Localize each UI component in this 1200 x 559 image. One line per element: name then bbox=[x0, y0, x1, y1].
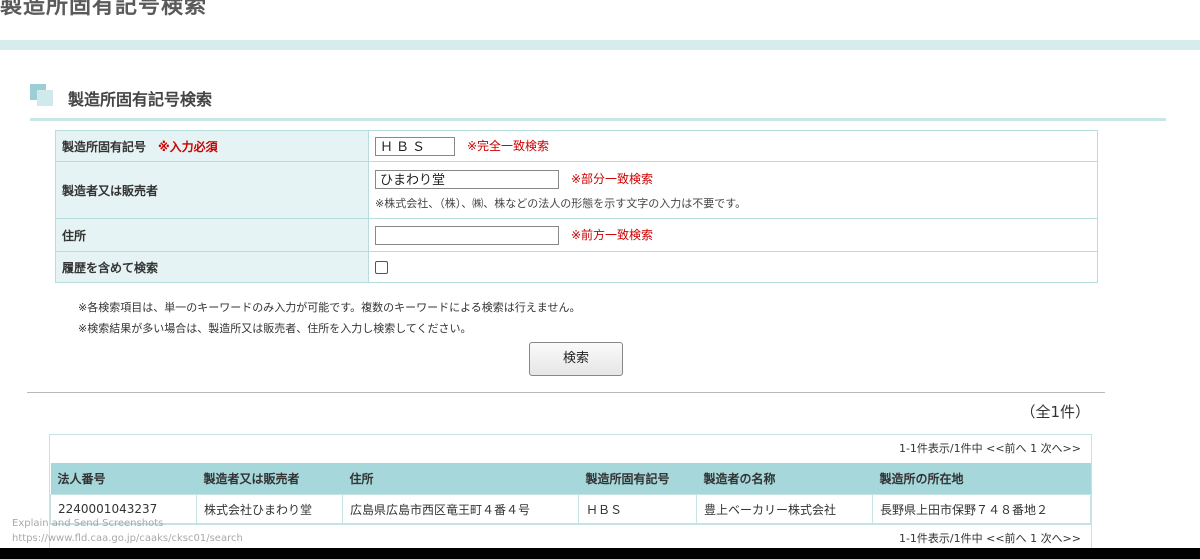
col-header: 製造者又は販売者 bbox=[196, 463, 343, 495]
code-match-note: ※完全一致検索 bbox=[467, 138, 550, 153]
bottom-bar bbox=[0, 548, 1200, 559]
maker-label: 製造者又は販売者 bbox=[62, 183, 159, 198]
search-button[interactable]: 検索 bbox=[529, 342, 623, 376]
pager-page-number: 1 bbox=[1030, 442, 1038, 455]
divider bbox=[27, 392, 1105, 393]
address-label: 住所 bbox=[62, 228, 87, 243]
pager-prev-link[interactable]: <<前へ bbox=[986, 532, 1026, 545]
factory-location-cell: 長野県上田市保野７４８番地２ bbox=[872, 494, 1091, 524]
maker-input[interactable]: ひまわり堂 bbox=[375, 169, 559, 189]
results-table: 法人番号 製造者又は販売者 住所 製造所固有記号 製造者の名称 製造所の所在地 … bbox=[50, 463, 1091, 524]
results-header-row: 法人番号 製造者又は販売者 住所 製造所固有記号 製造者の名称 製造所の所在地 bbox=[50, 463, 1091, 495]
code-label: 製造所固有記号 bbox=[62, 139, 147, 154]
address-cell: 広島県広島市西区竜王町４番４号 bbox=[342, 494, 579, 524]
header-band bbox=[0, 40, 1200, 50]
pager-info: 1-1件表示/1件中 bbox=[898, 442, 983, 455]
overlay-url: https://www.fld.caa.go.jp/caaks/cksc01/s… bbox=[12, 533, 243, 544]
address-match-note: ※前方一致検索 bbox=[571, 227, 654, 242]
maker-cell: 株式会社ひまわり堂 bbox=[196, 494, 343, 524]
code-value-cell: ＨＢＳ ※完全一致検索 bbox=[368, 130, 1098, 162]
maker-sub-note: ※株式会社、（株）、㈱、株などの法人の形態を示す文字の入力は不要です。 bbox=[375, 196, 747, 210]
col-header: 製造者の名称 bbox=[696, 463, 873, 495]
page-title: 製造所固有記号検索 bbox=[0, 0, 208, 19]
code-input[interactable]: ＨＢＳ bbox=[375, 136, 455, 156]
address-input[interactable] bbox=[375, 225, 559, 245]
address-value-cell: ※前方一致検索 bbox=[368, 218, 1098, 252]
pager-info: 1-1件表示/1件中 bbox=[898, 532, 983, 545]
history-value-cell bbox=[368, 251, 1098, 283]
section-title: 製造所固有記号検索 bbox=[68, 90, 213, 109]
history-label: 履歴を含めて検索 bbox=[62, 260, 159, 275]
pager-next-link[interactable]: 次へ>> bbox=[1041, 442, 1081, 455]
code-cell: ＨＢＳ bbox=[578, 494, 697, 524]
required-mark: ※入力必須 bbox=[158, 139, 218, 154]
col-header: 法人番号 bbox=[50, 463, 197, 495]
search-form: 製造所固有記号 ※入力必須 ＨＢＳ ※完全一致検索 製造者又は販売者 ひまわり堂 ※部… bbox=[55, 130, 1098, 283]
maker-value-cell: ひまわり堂 ※部分一致検索 ※株式会社、（株）、㈱、株などの法人の形態を示す文字の… bbox=[368, 161, 1098, 219]
pager-prev-link[interactable]: <<前へ bbox=[986, 442, 1026, 455]
col-header: 製造所固有記号 bbox=[578, 463, 697, 495]
col-header: 住所 bbox=[342, 463, 579, 495]
pager-top: 1-1件表示/1件中 <<前へ 1 次へ>> bbox=[50, 435, 1091, 463]
maker-match-note: ※部分一致検索 bbox=[571, 171, 654, 186]
pager-page-number: 1 bbox=[1030, 532, 1038, 545]
pager-next-link[interactable]: 次へ>> bbox=[1041, 532, 1081, 545]
col-header: 製造所の所在地 bbox=[872, 463, 1091, 495]
table-row: 2240001043237 株式会社ひまわり堂 広島県広島市西区竜王町４番４号 … bbox=[50, 494, 1091, 524]
note-line: ※検索結果が多い場合は、製造所又は販売者、住所を入力し検索してください。 bbox=[78, 322, 472, 335]
manufacturer-name-cell: 豊上ベーカリー株式会社 bbox=[696, 494, 873, 524]
maker-label-cell: 製造者又は販売者 bbox=[55, 161, 369, 219]
address-label-cell: 住所 bbox=[55, 218, 369, 252]
note-line: ※各検索項目は、単一のキーワードのみ入力が可能です。複数のキーワードによる検索は… bbox=[78, 301, 581, 314]
history-checkbox[interactable] bbox=[375, 261, 388, 274]
section-square-icon bbox=[30, 84, 54, 106]
result-total: （全1件） bbox=[1020, 403, 1090, 421]
section-header: 製造所固有記号検索 bbox=[30, 82, 1166, 121]
history-label-cell: 履歴を含めて検索 bbox=[55, 251, 369, 283]
search-notes: ※各検索項目は、単一のキーワードのみ入力が可能です。複数のキーワードによる検索は… bbox=[78, 297, 580, 339]
overlay-caption: Explain and Send Screenshots bbox=[12, 518, 164, 529]
code-label-cell: 製造所固有記号 ※入力必須 bbox=[55, 130, 369, 162]
